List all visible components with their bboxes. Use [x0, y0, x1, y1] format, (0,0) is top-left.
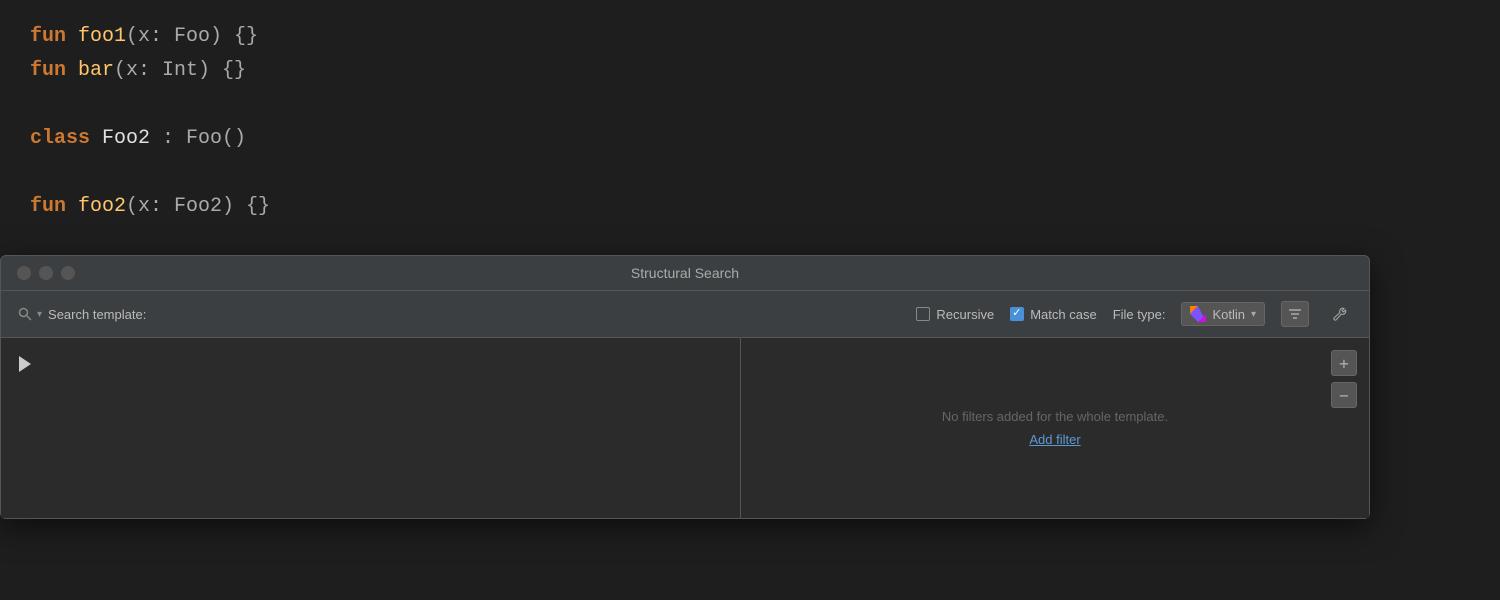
recursive-label: Recursive [936, 307, 994, 322]
filter-button[interactable] [1281, 301, 1309, 327]
match-case-label: Match case [1030, 307, 1096, 322]
traffic-lights [17, 266, 75, 280]
code-line-5 [30, 156, 1470, 190]
dialog-titlebar: Structural Search [1, 256, 1369, 291]
match-case-checkbox-group: Match case [1010, 307, 1096, 322]
file-type-dropdown[interactable]: Kotlin ▾ [1181, 302, 1265, 326]
remove-filter-button[interactable]: − [1331, 382, 1357, 408]
search-input-area[interactable] [1, 338, 741, 518]
recursive-checkbox-group: Recursive [916, 307, 994, 322]
keyword-fun: fun [30, 190, 78, 224]
dialog-content: No filters added for the whole template.… [1, 338, 1369, 518]
match-case-checkbox[interactable] [1010, 307, 1024, 321]
cursor-indicator [19, 356, 31, 372]
minimize-button[interactable] [39, 266, 53, 280]
search-dropdown-arrow[interactable]: ▾ [37, 309, 42, 320]
structural-search-dialog: Structural Search ▾ Search template: Rec… [0, 255, 1370, 519]
fn-name: foo2 [78, 190, 126, 224]
search-icon-container: ▾ [17, 306, 42, 322]
filters-placeholder: No filters added for the whole template. [942, 409, 1168, 424]
wrench-button[interactable] [1325, 301, 1353, 327]
dropdown-arrow-icon: ▾ [1251, 309, 1256, 320]
add-filter-button[interactable]: + [1331, 350, 1357, 376]
dialog-title: Structural Search [631, 265, 739, 281]
code-line-3 [30, 88, 1470, 122]
filter-icon [1288, 307, 1302, 321]
wrench-icon [1331, 306, 1347, 322]
code-text: (x: Foo2) {} [126, 190, 270, 224]
recursive-checkbox[interactable] [916, 307, 930, 321]
code-text: (x: Int) {} [114, 54, 246, 88]
code-text: : Foo() [150, 122, 246, 156]
side-buttons: + − [1331, 350, 1357, 408]
add-filter-link[interactable]: Add filter [1029, 432, 1080, 447]
filters-area: No filters added for the whole template.… [741, 338, 1369, 518]
close-button[interactable] [17, 266, 31, 280]
code-line-4: class Foo2 : Foo() [30, 122, 1470, 156]
code-line-2: fun bar(x: Int) {} [30, 54, 1470, 88]
keyword-fun: fun [30, 20, 78, 54]
code-line-1: fun foo1(x: Foo) {} [30, 20, 1470, 54]
code-text: (x: Foo) {} [126, 20, 258, 54]
search-template-group: ▾ Search template: [17, 306, 146, 322]
file-type-value: Kotlin [1212, 307, 1245, 322]
fn-name: foo1 [78, 20, 126, 54]
keyword-fun: fun [30, 54, 78, 88]
fn-name: bar [78, 54, 114, 88]
class-name: Foo2 [102, 122, 150, 156]
search-template-label: Search template: [48, 307, 146, 322]
file-type-label: File type: [1113, 307, 1166, 322]
maximize-button[interactable] [61, 266, 75, 280]
search-icon [17, 306, 33, 322]
code-line-6: fun foo2(x: Foo2) {} [30, 190, 1470, 224]
keyword-class: class [30, 122, 102, 156]
kotlin-icon [1190, 306, 1206, 322]
dialog-toolbar: ▾ Search template: Recursive Match case … [1, 291, 1369, 338]
